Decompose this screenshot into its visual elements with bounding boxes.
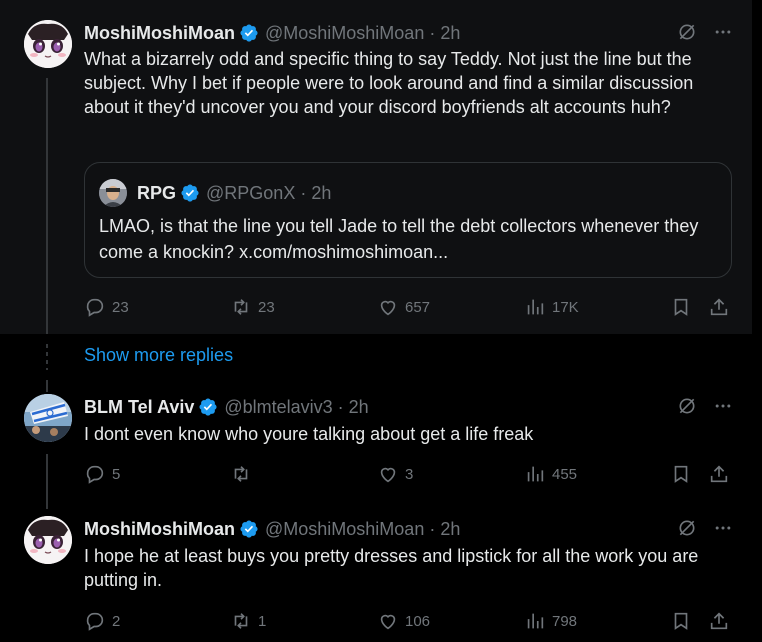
like-count: 106	[405, 612, 431, 630]
bookmark-icon	[670, 296, 692, 318]
tweet-actions: 5 3 455	[84, 462, 732, 486]
reply-count: 23	[112, 298, 129, 316]
like-count: 3	[405, 465, 414, 483]
more-icon[interactable]	[712, 21, 734, 43]
views-count: 17K	[552, 298, 579, 316]
share-icon	[708, 296, 730, 318]
share-button[interactable]	[708, 462, 730, 486]
like-button[interactable]: 657	[377, 295, 430, 319]
separator-dot: ·	[337, 396, 344, 417]
thread-line	[46, 380, 48, 392]
bookmark-button[interactable]	[670, 462, 692, 486]
like-button[interactable]: 3	[377, 462, 413, 486]
bookmark-icon	[670, 463, 692, 485]
reply-button[interactable]: 2	[84, 609, 120, 633]
author-name[interactable]: BLM Tel Aviv	[84, 397, 194, 418]
reply-button[interactable]: 5	[84, 462, 120, 486]
reply-count: 2	[112, 612, 121, 630]
tweet-top-actions	[676, 517, 734, 539]
thread-line	[46, 454, 48, 509]
tweet-text: I hope he at least buys you pretty dress…	[84, 546, 699, 590]
author-handle[interactable]: @MoshiMoshiMoan	[265, 23, 424, 44]
tweet-top-actions	[676, 21, 734, 43]
thread-dotted-line	[46, 344, 48, 370]
tweet-top-actions	[676, 395, 734, 417]
separator-dot: ·	[429, 22, 436, 43]
repost-icon	[230, 463, 252, 485]
share-button[interactable]	[708, 295, 730, 319]
separator-dot: ·	[300, 182, 307, 203]
views-button[interactable]: 798	[524, 609, 577, 633]
author-name[interactable]: MoshiMoshiMoan	[84, 23, 235, 44]
repost-button[interactable]: 23	[230, 295, 275, 319]
reply-icon	[84, 296, 106, 318]
reply-count: 5	[112, 465, 121, 483]
grok-icon[interactable]	[676, 517, 698, 539]
bookmark-button[interactable]	[670, 295, 692, 319]
views-button[interactable]: 455	[524, 462, 577, 486]
author-name[interactable]: MoshiMoshiMoan	[84, 519, 235, 540]
quoted-tweet-text: LMAO, is that the line you tell Jade to …	[99, 216, 699, 262]
views-count: 798	[552, 612, 578, 630]
quoted-author-handle[interactable]: @RPGonX	[206, 183, 295, 204]
share-icon	[708, 610, 730, 632]
repost-count: 23	[258, 298, 275, 316]
bookmark-button[interactable]	[670, 609, 692, 633]
reply-icon	[84, 610, 106, 632]
like-icon	[377, 610, 399, 632]
verified-badge-icon[interactable]	[180, 183, 200, 203]
share-icon	[708, 463, 730, 485]
verified-badge-icon[interactable]	[198, 397, 218, 417]
repost-button[interactable]: 1	[230, 609, 266, 633]
separator-dot: ·	[429, 518, 436, 539]
like-icon	[377, 463, 399, 485]
timestamp[interactable]: 2h	[349, 397, 369, 418]
grok-icon[interactable]	[676, 21, 698, 43]
tweet-header: BLM Tel Aviv @blmtelaviv3 · 2h	[84, 395, 369, 419]
tweet-header: MoshiMoshiMoan @MoshiMoshiMoan · 2h	[84, 517, 460, 541]
quoted-tweet[interactable]: RPG @RPGonX · 2h LMAO, is that the line …	[84, 162, 732, 278]
show-more-replies-link[interactable]: Show more replies	[84, 345, 233, 366]
tweet-actions: 23 23 657 17K	[84, 295, 732, 319]
avatar[interactable]	[24, 20, 72, 68]
tweet-text: What a bizarrely odd and specific thing …	[84, 49, 694, 117]
like-icon	[377, 296, 399, 318]
views-icon	[524, 610, 546, 632]
views-button[interactable]: 17K	[524, 295, 579, 319]
avatar[interactable]	[24, 394, 72, 442]
repost-count: 1	[258, 612, 267, 630]
quoted-tweet-header: RPG @RPGonX · 2h	[137, 181, 331, 205]
views-icon	[524, 463, 546, 485]
repost-icon	[230, 610, 252, 632]
like-button[interactable]: 106	[377, 609, 430, 633]
avatar[interactable]	[99, 179, 127, 207]
reply-button[interactable]: 23	[84, 295, 129, 319]
bookmark-icon	[670, 610, 692, 632]
share-button[interactable]	[708, 609, 730, 633]
tweet-actions: 2 1 106 798	[84, 609, 732, 633]
author-handle[interactable]: @blmtelaviv3	[224, 397, 332, 418]
reply-icon	[84, 463, 106, 485]
scrollbar[interactable]	[752, 0, 762, 642]
like-count: 657	[405, 298, 431, 316]
more-icon[interactable]	[712, 517, 734, 539]
repost-button[interactable]	[230, 462, 258, 486]
tweet-text: I dont even know who youre talking about…	[84, 424, 534, 444]
timestamp[interactable]: 2h	[440, 23, 460, 44]
quoted-author-name[interactable]: RPG	[137, 183, 176, 204]
tweet-header: MoshiMoshiMoan @MoshiMoshiMoan · 2h	[84, 21, 460, 45]
author-handle[interactable]: @MoshiMoshiMoan	[265, 519, 424, 540]
grok-icon[interactable]	[676, 395, 698, 417]
views-icon	[524, 296, 546, 318]
avatar[interactable]	[24, 516, 72, 564]
quoted-timestamp[interactable]: 2h	[311, 183, 331, 204]
timestamp[interactable]: 2h	[440, 519, 460, 540]
views-count: 455	[552, 465, 578, 483]
verified-badge-icon[interactable]	[239, 519, 259, 539]
verified-badge-icon[interactable]	[239, 23, 259, 43]
more-icon[interactable]	[712, 395, 734, 417]
repost-icon	[230, 296, 252, 318]
thread-line	[46, 78, 48, 334]
